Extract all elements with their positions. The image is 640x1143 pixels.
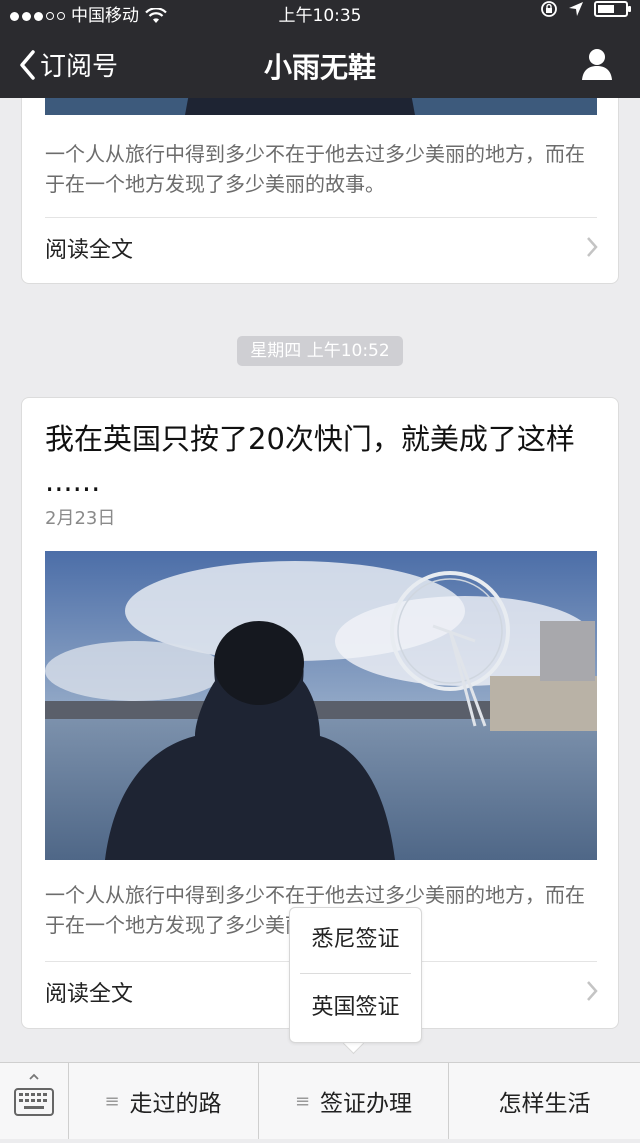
article-title: 我在英国只按了20次快门，就美成了这样 ...... — [45, 422, 575, 498]
read-more-link[interactable]: 阅读全文 — [22, 218, 618, 278]
article-image[interactable] — [45, 551, 597, 860]
bottom-menu-bar: ≡ 走过的路 ≡ 签证办理 怎样生活 — [0, 1062, 640, 1139]
chevron-right-icon — [587, 981, 598, 1001]
menu-button-label: 签证办理 — [320, 1091, 413, 1117]
back-button[interactable]: 订阅号 — [18, 46, 118, 83]
menu-lines-icon: ≡ — [294, 1090, 311, 1112]
menu-button-how-to-live[interactable]: 怎样生活 — [449, 1063, 640, 1139]
article-date: 2月23日 — [45, 508, 116, 529]
article-summary: 一个人从旅行中得到多少不在于他去过多少美丽的地方，而在于在一个地方发现了多少美丽… — [45, 142, 585, 196]
profile-icon[interactable] — [580, 46, 614, 82]
divider — [300, 973, 411, 974]
read-more-label: 阅读全文 — [45, 982, 134, 1007]
menu-button-label: 怎样生活 — [498, 1091, 591, 1117]
read-more-label: 阅读全文 — [45, 238, 134, 263]
menu-button-label: 走过的路 — [129, 1091, 222, 1117]
rotation-lock-icon — [541, 1, 557, 17]
submenu-popup: 悉尼签证 英国签证 — [289, 907, 422, 1043]
location-arrow-icon — [569, 2, 583, 16]
chevron-left-icon — [20, 49, 35, 80]
keyboard-toggle-button[interactable] — [0, 1063, 69, 1139]
status-bar: 中国移动 上午10:35 — [0, 0, 640, 32]
menu-button-roads-traveled[interactable]: ≡ 走过的路 — [68, 1063, 259, 1139]
submenu-item-uk-visa[interactable]: 英国签证 — [290, 976, 421, 1040]
battery-icon — [594, 1, 631, 17]
back-label: 订阅号 — [40, 52, 119, 82]
top-bar: 中国移动 上午10:35 订阅号 小雨无鞋 — [0, 0, 640, 98]
chevron-right-icon — [587, 237, 598, 257]
message-timestamp: 星期四 上午10:52 — [237, 336, 403, 366]
menu-button-visa-services[interactable]: ≡ 签证办理 — [259, 1063, 449, 1139]
keyboard-icon — [14, 1073, 54, 1116]
navigation-bar: 订阅号 小雨无鞋 — [0, 32, 640, 98]
menu-lines-icon: ≡ — [104, 1090, 120, 1112]
submenu-item-sydney-visa[interactable]: 悉尼签证 — [290, 908, 421, 972]
